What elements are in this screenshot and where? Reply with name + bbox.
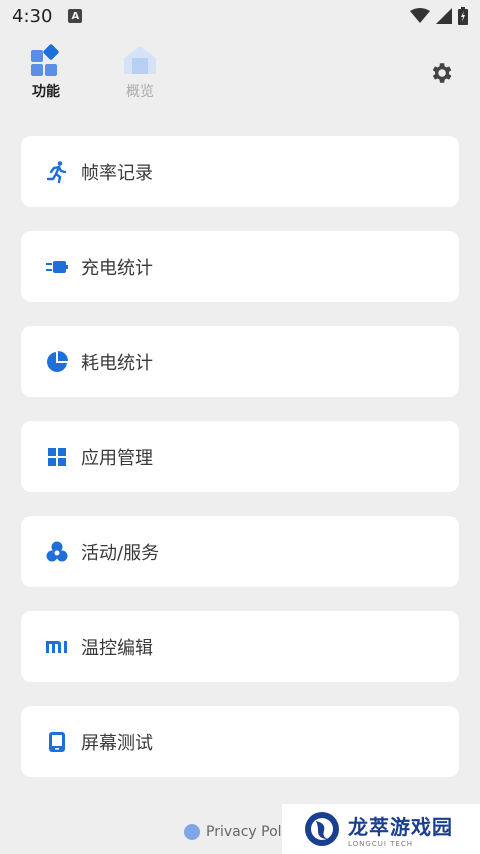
watermark-subtitle: LONGCUI TECH — [348, 839, 413, 848]
menu-item-fps-record[interactable]: 帧率记录 — [21, 136, 459, 207]
privacy-policy-link[interactable]: Privacy Poli — [184, 824, 285, 840]
globe-icon — [184, 824, 200, 840]
menu-item-label: 帧率记录 — [81, 162, 153, 184]
mi-icon — [46, 640, 67, 653]
menu-item-power-stats[interactable]: 耗电统计 — [21, 326, 459, 397]
home-icon — [124, 46, 156, 74]
menu-item-label: 屏幕测试 — [81, 732, 153, 754]
menu-item-label: 充电统计 — [81, 257, 153, 279]
signal-icon — [436, 8, 452, 24]
grid-icon — [48, 447, 66, 466]
running-icon — [46, 160, 67, 183]
menu-item-label: 活动/服务 — [81, 542, 160, 564]
widgets-icon — [31, 44, 59, 76]
menu-item-thermal-edit[interactable]: 温控编辑 — [21, 611, 459, 682]
privacy-policy-label: Privacy Poli — [206, 824, 286, 840]
wifi-icon — [410, 8, 430, 23]
tab-overview[interactable]: 概览 — [110, 44, 170, 101]
tab-functions[interactable]: 功能 — [16, 44, 76, 101]
battery-icon — [458, 7, 468, 25]
watermark: 龙萃游戏园 LONGCUI TECH — [282, 804, 480, 854]
feature-list: 帧率记录 充电统计 耗电统计 应用管理 活动/服务 温控编辑 屏幕测试 — [21, 136, 459, 801]
menu-item-screen-test[interactable]: 屏幕测试 — [21, 706, 459, 777]
menu-item-activities-services[interactable]: 活动/服务 — [21, 516, 459, 587]
gear-icon[interactable] — [428, 60, 454, 86]
pie-chart-icon — [47, 350, 68, 372]
status-bar: 4:30 A — [0, 0, 480, 32]
tablet-icon — [49, 731, 65, 752]
status-time: 4:30 — [12, 5, 53, 27]
notification-a-icon: A — [68, 9, 83, 23]
circles-icon — [46, 541, 68, 561]
menu-item-app-management[interactable]: 应用管理 — [21, 421, 459, 492]
tab-functions-label: 功能 — [32, 84, 60, 100]
watermark-logo-icon — [305, 812, 339, 846]
menu-item-charge-stats[interactable]: 充电统计 — [21, 231, 459, 302]
top-nav: 功能 概览 — [0, 44, 480, 104]
menu-item-label: 耗电统计 — [81, 352, 153, 374]
tab-overview-label: 概览 — [126, 84, 154, 100]
menu-item-label: 温控编辑 — [81, 637, 153, 659]
menu-item-label: 应用管理 — [81, 447, 153, 469]
status-icons — [410, 7, 468, 25]
watermark-title: 龙萃游戏园 — [348, 814, 453, 839]
charger-icon — [46, 260, 68, 273]
